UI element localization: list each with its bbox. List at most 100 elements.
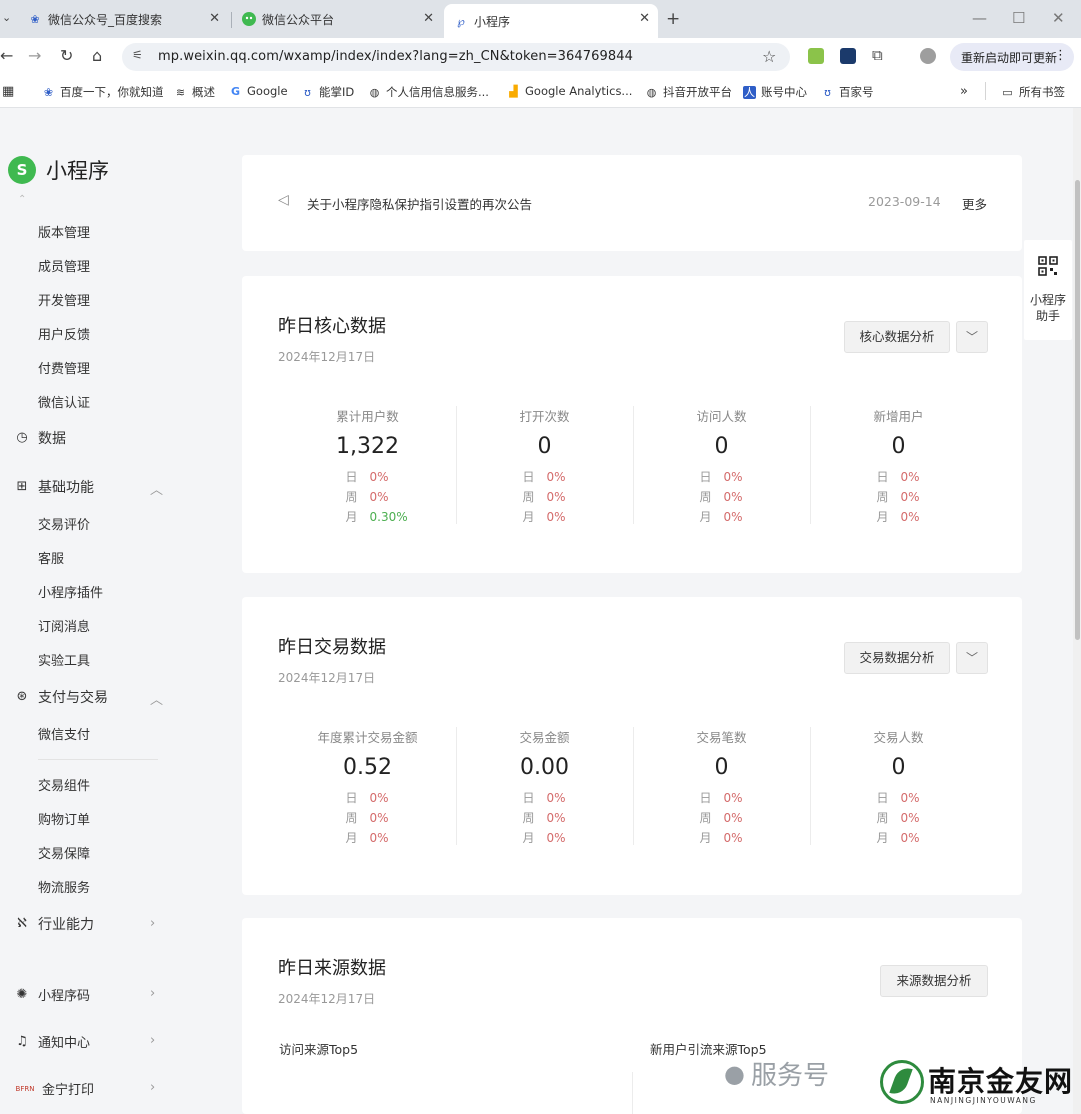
extension-cloud-icon[interactable] bbox=[808, 48, 824, 64]
tab-weixin-mp[interactable]: 微信公众平台 ✕ bbox=[232, 4, 442, 34]
new-tab-plus-icon[interactable]: + bbox=[666, 9, 680, 29]
sidebar-item-logistics[interactable]: 物流服务 bbox=[38, 877, 90, 896]
tab-baidu-search[interactable]: ❀ 微信公众号_百度搜索 ✕ bbox=[18, 4, 228, 34]
url-text[interactable]: mp.weixin.qq.com/wxamp/index/index?lang=… bbox=[158, 49, 633, 64]
sidebar-item-subscribe[interactable]: 订阅消息 bbox=[38, 616, 90, 635]
sidebar-group-pay[interactable]: ⊛ 支付与交易 bbox=[14, 687, 108, 707]
bookmark-nengzhang[interactable]: ʊ 能掌ID bbox=[301, 84, 354, 100]
extensions-puzzle-icon[interactable]: ⧉ bbox=[872, 46, 883, 64]
profile-avatar-icon[interactable] bbox=[920, 48, 936, 64]
sidebar-item-orders[interactable]: 购物订单 bbox=[38, 809, 90, 828]
bookmark-douyin-open[interactable]: ◍ 抖音开放平台 bbox=[645, 84, 732, 100]
notice-date: 2023-09-14 bbox=[868, 194, 941, 209]
sidebar-item-trade-component[interactable]: 交易组件 bbox=[38, 775, 90, 794]
metric-day-change: 0% bbox=[369, 791, 389, 805]
sidebar-item-version[interactable]: 版本管理 bbox=[38, 222, 90, 241]
all-bookmarks[interactable]: ▭ 所有书签 bbox=[1001, 84, 1065, 100]
sidebar-group-industry[interactable]: ℵ 行业能力 bbox=[14, 914, 94, 934]
sidebar-item-members[interactable]: 成员管理 bbox=[38, 256, 90, 275]
bookmark-credit-service[interactable]: ◍ 个人信用信息服务... bbox=[368, 84, 489, 100]
sidebar-item-wechat-pay[interactable]: 微信支付 bbox=[38, 724, 90, 743]
sidebar-logo-text[interactable]: 小程序 bbox=[46, 155, 109, 185]
sidebar-item-experiment[interactable]: 实验工具 bbox=[38, 650, 90, 669]
notice-text[interactable]: 关于小程序隐私保护指引设置的再次公告 bbox=[307, 194, 532, 213]
wechat-icon bbox=[242, 12, 256, 26]
close-tab-icon[interactable]: ✕ bbox=[209, 11, 220, 26]
trade-analysis-button[interactable]: 交易数据分析 bbox=[844, 642, 950, 674]
wechat-bubble-icon: ● bbox=[724, 1059, 745, 1088]
sidebar-item-reviews[interactable]: 交易评价 bbox=[38, 514, 90, 533]
update-restart-button[interactable]: 重新启动即可更新 ⋮ bbox=[950, 43, 1074, 71]
metric-month-change: 0.30% bbox=[369, 510, 408, 524]
sidebar-group-data[interactable]: ◷ 数据 bbox=[14, 428, 66, 448]
notice-more-link[interactable]: 更多 bbox=[962, 194, 987, 213]
chevron-up-icon[interactable]: ︿ bbox=[150, 689, 163, 708]
tab-search-chevron-icon[interactable]: ⌄ bbox=[2, 11, 11, 24]
sidebar-item-payment-manage[interactable]: 付费管理 bbox=[38, 358, 90, 377]
bookmark-overview[interactable]: ≋ 概述 bbox=[174, 84, 215, 100]
bookmark-baijiahao[interactable]: ʊ 百家号 bbox=[821, 84, 873, 100]
sidebar-account[interactable]: BFRN 金宁打印 bbox=[14, 1079, 94, 1098]
sidebar-item-develop[interactable]: 开发管理 bbox=[38, 290, 90, 309]
close-tab-icon[interactable]: ✕ bbox=[639, 11, 650, 26]
chevron-up-icon[interactable]: ︿ bbox=[150, 479, 163, 498]
metric-value: 1,322 bbox=[336, 434, 399, 459]
all-bookmarks-label: 所有书签 bbox=[1019, 85, 1065, 99]
bookmark-google[interactable]: G Google bbox=[229, 84, 288, 98]
miniprogram-assistant[interactable]: 小程序助手 bbox=[1024, 240, 1072, 340]
close-tab-icon[interactable]: ✕ bbox=[423, 11, 434, 26]
row-label-day: 日 bbox=[522, 791, 535, 805]
back-arrow-icon[interactable]: ← bbox=[0, 46, 13, 65]
address-bar[interactable]: ⚟ mp.weixin.qq.com/wxamp/index/index?lan… bbox=[122, 43, 790, 71]
apps-grid-icon[interactable]: ▦ bbox=[2, 84, 14, 99]
metric-month-change: 0% bbox=[900, 831, 920, 845]
chevron-right-icon[interactable]: › bbox=[150, 986, 155, 1001]
metric-week-change: 0% bbox=[546, 811, 566, 825]
bookmark-label: Google Analytics... bbox=[525, 84, 633, 98]
sidebar-group-qrcode[interactable]: ✺ 小程序码 bbox=[14, 985, 90, 1005]
baidu-paw-icon: ❀ bbox=[43, 85, 54, 99]
core-analysis-button[interactable]: 核心数据分析 bbox=[844, 321, 950, 353]
site-info-icon[interactable]: ⚟ bbox=[132, 48, 143, 62]
chevron-right-icon[interactable]: › bbox=[150, 1080, 155, 1095]
tab-miniprogram[interactable]: ℘ 小程序 ✕ bbox=[444, 4, 658, 38]
chevron-right-icon[interactable]: › bbox=[150, 1033, 155, 1048]
metric-value: 0 bbox=[714, 434, 729, 459]
chevron-right-icon[interactable]: › bbox=[150, 916, 155, 931]
bookmarks-overflow-icon[interactable]: » bbox=[960, 84, 968, 99]
maximize-icon[interactable]: ☐ bbox=[1012, 9, 1025, 27]
metric-new-users: 新增用户 0 日 0% 周 0% 月 0% bbox=[810, 406, 987, 526]
bookmark-google-analytics[interactable]: ▟ Google Analytics... bbox=[507, 84, 632, 98]
metric-trade-users: 交易人数 0 日 0% 周 0% 月 0% bbox=[810, 727, 987, 847]
row-label-month: 月 bbox=[522, 510, 535, 524]
bookmark-baidu[interactable]: ❀ 百度一下，你就知道 bbox=[42, 84, 164, 100]
scrollbar-thumb[interactable] bbox=[1075, 180, 1080, 640]
extension-download-icon[interactable] bbox=[840, 48, 856, 64]
source-analysis-button[interactable]: 来源数据分析 bbox=[880, 965, 988, 997]
sidebar-item-plugins[interactable]: 小程序插件 bbox=[38, 582, 103, 601]
sidebar-item-customer-service[interactable]: 客服 bbox=[38, 548, 64, 567]
sidebar-item-trade-guarantee[interactable]: 交易保障 bbox=[38, 843, 90, 862]
sidebar-group-notice[interactable]: ♫ 通知中心 bbox=[14, 1032, 90, 1052]
bookmark-star-icon[interactable]: ☆ bbox=[762, 47, 776, 66]
reload-icon[interactable]: ↻ bbox=[60, 46, 73, 65]
home-icon[interactable]: ⌂ bbox=[92, 46, 102, 65]
sidebar-group-basic[interactable]: ⊞ 基础功能 bbox=[14, 477, 94, 497]
miniprogram-link-icon: ℘ bbox=[457, 14, 465, 28]
forward-arrow-icon[interactable]: → bbox=[28, 46, 41, 65]
sidebar-item-feedback[interactable]: 用户反馈 bbox=[38, 324, 90, 343]
sidebar-item-verification[interactable]: 微信认证 bbox=[38, 392, 90, 411]
chevron-down-icon[interactable]: ﹀ bbox=[956, 321, 988, 353]
miniprogram-logo-icon[interactable]: S bbox=[8, 156, 36, 184]
chevron-down-icon[interactable]: ﹀ bbox=[956, 642, 988, 674]
google-g-icon: G bbox=[230, 84, 241, 98]
minimize-icon[interactable]: — bbox=[972, 9, 987, 27]
row-label-day: 日 bbox=[345, 791, 358, 805]
globe-icon: ◍ bbox=[646, 85, 657, 99]
core-data-date: 2024年12月17日 bbox=[278, 350, 376, 364]
bookmark-account-center[interactable]: 人账号中心 bbox=[743, 84, 807, 100]
metric-label: 访问人数 bbox=[696, 409, 747, 424]
watermark-service-text: 服务号 bbox=[750, 1061, 829, 1091]
close-window-icon[interactable]: ✕ bbox=[1052, 9, 1065, 27]
nengzhang-icon: ʊ bbox=[304, 85, 311, 99]
